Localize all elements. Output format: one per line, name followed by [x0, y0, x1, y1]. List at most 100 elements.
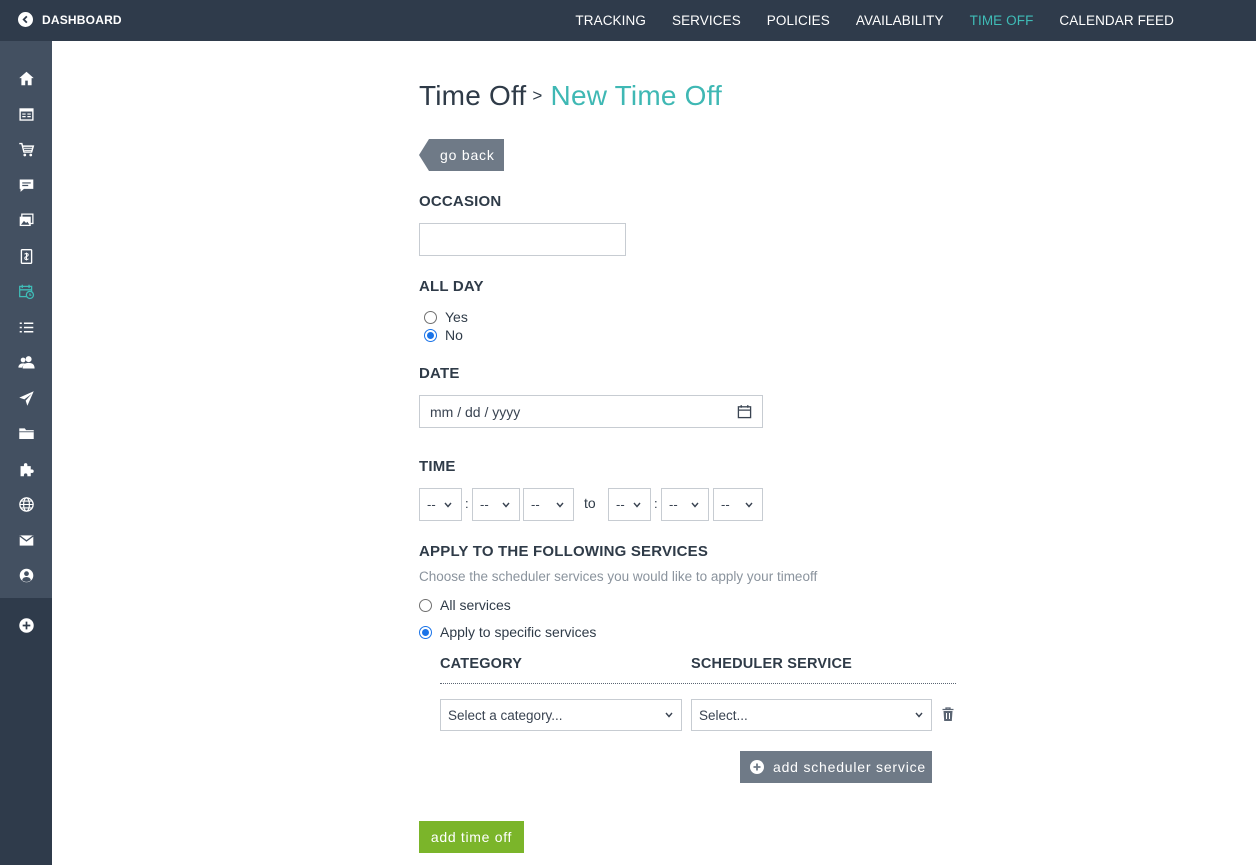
sidebar-item-home[interactable] — [0, 61, 52, 97]
add-time-off-button[interactable]: add time off — [419, 821, 524, 853]
plus-circle-icon — [750, 760, 764, 774]
calendar-icon[interactable] — [737, 404, 752, 419]
category-select[interactable]: Select a category... — [440, 699, 682, 731]
chat-icon — [19, 179, 33, 192]
sidebar-item-invoices[interactable] — [0, 239, 52, 275]
sidebar-item-account[interactable] — [0, 558, 52, 594]
sidebar-add-button[interactable] — [0, 607, 52, 643]
all-day-no-label: No — [445, 327, 463, 343]
globe-icon — [18, 497, 34, 513]
folder-icon — [18, 428, 34, 440]
all-day-no-radio[interactable] — [424, 328, 437, 342]
all-day-yes-label: Yes — [445, 309, 468, 325]
nav-availability[interactable]: AVAILABILITY — [856, 13, 944, 28]
all-services-option[interactable]: All services — [419, 597, 511, 613]
time-colon: : — [465, 496, 469, 511]
mail-icon — [18, 535, 34, 546]
specific-services-radio[interactable] — [419, 625, 432, 639]
document-icon — [20, 248, 32, 264]
end-hour-select[interactable]: -- — [608, 488, 651, 521]
sidebar-item-lists[interactable] — [0, 310, 52, 346]
sidebar-item-shop[interactable] — [0, 132, 52, 168]
trash-icon[interactable] — [942, 707, 954, 722]
all-day-no-option[interactable]: No — [424, 327, 463, 343]
category-select-value: Select a category... — [448, 707, 563, 723]
breadcrumb-separator: > — [532, 86, 543, 105]
time-to-label: to — [584, 495, 596, 511]
chevron-down-icon — [691, 502, 699, 508]
all-services-radio[interactable] — [419, 598, 432, 612]
scheduler-column-header: SCHEDULER SERVICE — [691, 656, 853, 672]
list-icon — [19, 322, 33, 333]
all-services-label: All services — [440, 597, 511, 613]
end-ampm-value: -- — [721, 497, 730, 512]
services-label: APPLY TO THE FOLLOWING SERVICES — [419, 543, 709, 560]
gallery-icon — [19, 213, 34, 227]
date-placeholder: mm / dd / yyyy — [430, 403, 521, 420]
chevron-down-icon — [556, 502, 564, 508]
occasion-input[interactable] — [419, 223, 626, 256]
end-ampm-select[interactable]: -- — [713, 488, 763, 521]
end-minute-value: -- — [669, 497, 678, 512]
chevron-left-icon — [18, 12, 33, 27]
start-minute-select[interactable]: -- — [472, 488, 520, 521]
all-day-label: ALL DAY — [419, 278, 484, 295]
chevron-down-icon — [915, 712, 923, 718]
sidebar — [0, 41, 52, 865]
time-label: TIME — [419, 458, 456, 475]
dashboard-link[interactable]: DASHBOARD — [18, 12, 122, 27]
add-scheduler-service-button[interactable]: add scheduler service — [740, 751, 932, 783]
specific-services-label: Apply to specific services — [440, 624, 597, 640]
date-label: DATE — [419, 365, 460, 382]
sidebar-menu — [0, 41, 52, 598]
specific-services-option[interactable]: Apply to specific services — [419, 624, 596, 640]
breadcrumb-current: New Time Off — [550, 80, 723, 111]
send-icon — [18, 391, 34, 406]
sidebar-item-users[interactable] — [0, 345, 52, 381]
chevron-down-icon — [633, 502, 641, 508]
home-icon — [18, 71, 34, 86]
chevron-down-icon — [665, 712, 673, 718]
breadcrumb-time-off[interactable]: Time Off — [419, 80, 526, 111]
account-icon — [19, 568, 33, 583]
start-hour-select[interactable]: -- — [419, 488, 462, 521]
nav-policies[interactable]: POLICIES — [767, 13, 830, 28]
sidebar-item-campaigns[interactable] — [0, 381, 52, 417]
end-hour-value: -- — [616, 497, 625, 512]
chevron-down-icon — [444, 502, 452, 508]
scheduler-service-select[interactable]: Select... — [691, 699, 932, 731]
cart-icon — [18, 143, 34, 157]
page-title: Time Off > New Time Off — [419, 80, 722, 112]
date-input[interactable]: mm / dd / yyyy — [419, 395, 763, 428]
sidebar-item-apps[interactable] — [0, 452, 52, 488]
sidebar-item-table[interactable] — [0, 97, 52, 133]
add-circle-icon — [18, 617, 34, 633]
table-icon — [18, 108, 34, 121]
start-ampm-value: -- — [531, 497, 540, 512]
nav-tracking[interactable]: TRACKING — [575, 13, 646, 28]
time-colon: : — [654, 496, 658, 511]
start-minute-value: -- — [480, 497, 489, 512]
calendar-clock-icon — [18, 284, 34, 300]
sidebar-item-website[interactable] — [0, 487, 52, 523]
top-bar: DASHBOARD TRACKING SERVICES POLICIES AVA… — [0, 0, 1256, 41]
sidebar-item-gallery[interactable] — [0, 203, 52, 239]
add-scheduler-service-label: add scheduler service — [773, 759, 926, 775]
start-ampm-select[interactable]: -- — [523, 488, 574, 521]
dashboard-label: DASHBOARD — [42, 12, 122, 27]
go-back-button[interactable]: go back — [419, 139, 504, 171]
sidebar-item-scheduler[interactable] — [0, 274, 52, 310]
all-day-yes-radio[interactable] — [424, 310, 437, 324]
chevron-down-icon — [745, 502, 753, 508]
nav-services[interactable]: SERVICES — [672, 13, 741, 28]
nav-calendar-feed[interactable]: CALENDAR FEED — [1059, 13, 1174, 28]
sidebar-item-email[interactable] — [0, 523, 52, 559]
puzzle-icon — [20, 462, 34, 477]
sidebar-item-files[interactable] — [0, 416, 52, 452]
end-minute-select[interactable]: -- — [661, 488, 709, 521]
sidebar-item-messages[interactable] — [0, 168, 52, 204]
all-day-yes-option[interactable]: Yes — [424, 309, 468, 325]
chevron-down-icon — [502, 502, 510, 508]
start-hour-value: -- — [427, 497, 436, 512]
nav-time-off[interactable]: TIME OFF — [970, 13, 1034, 28]
